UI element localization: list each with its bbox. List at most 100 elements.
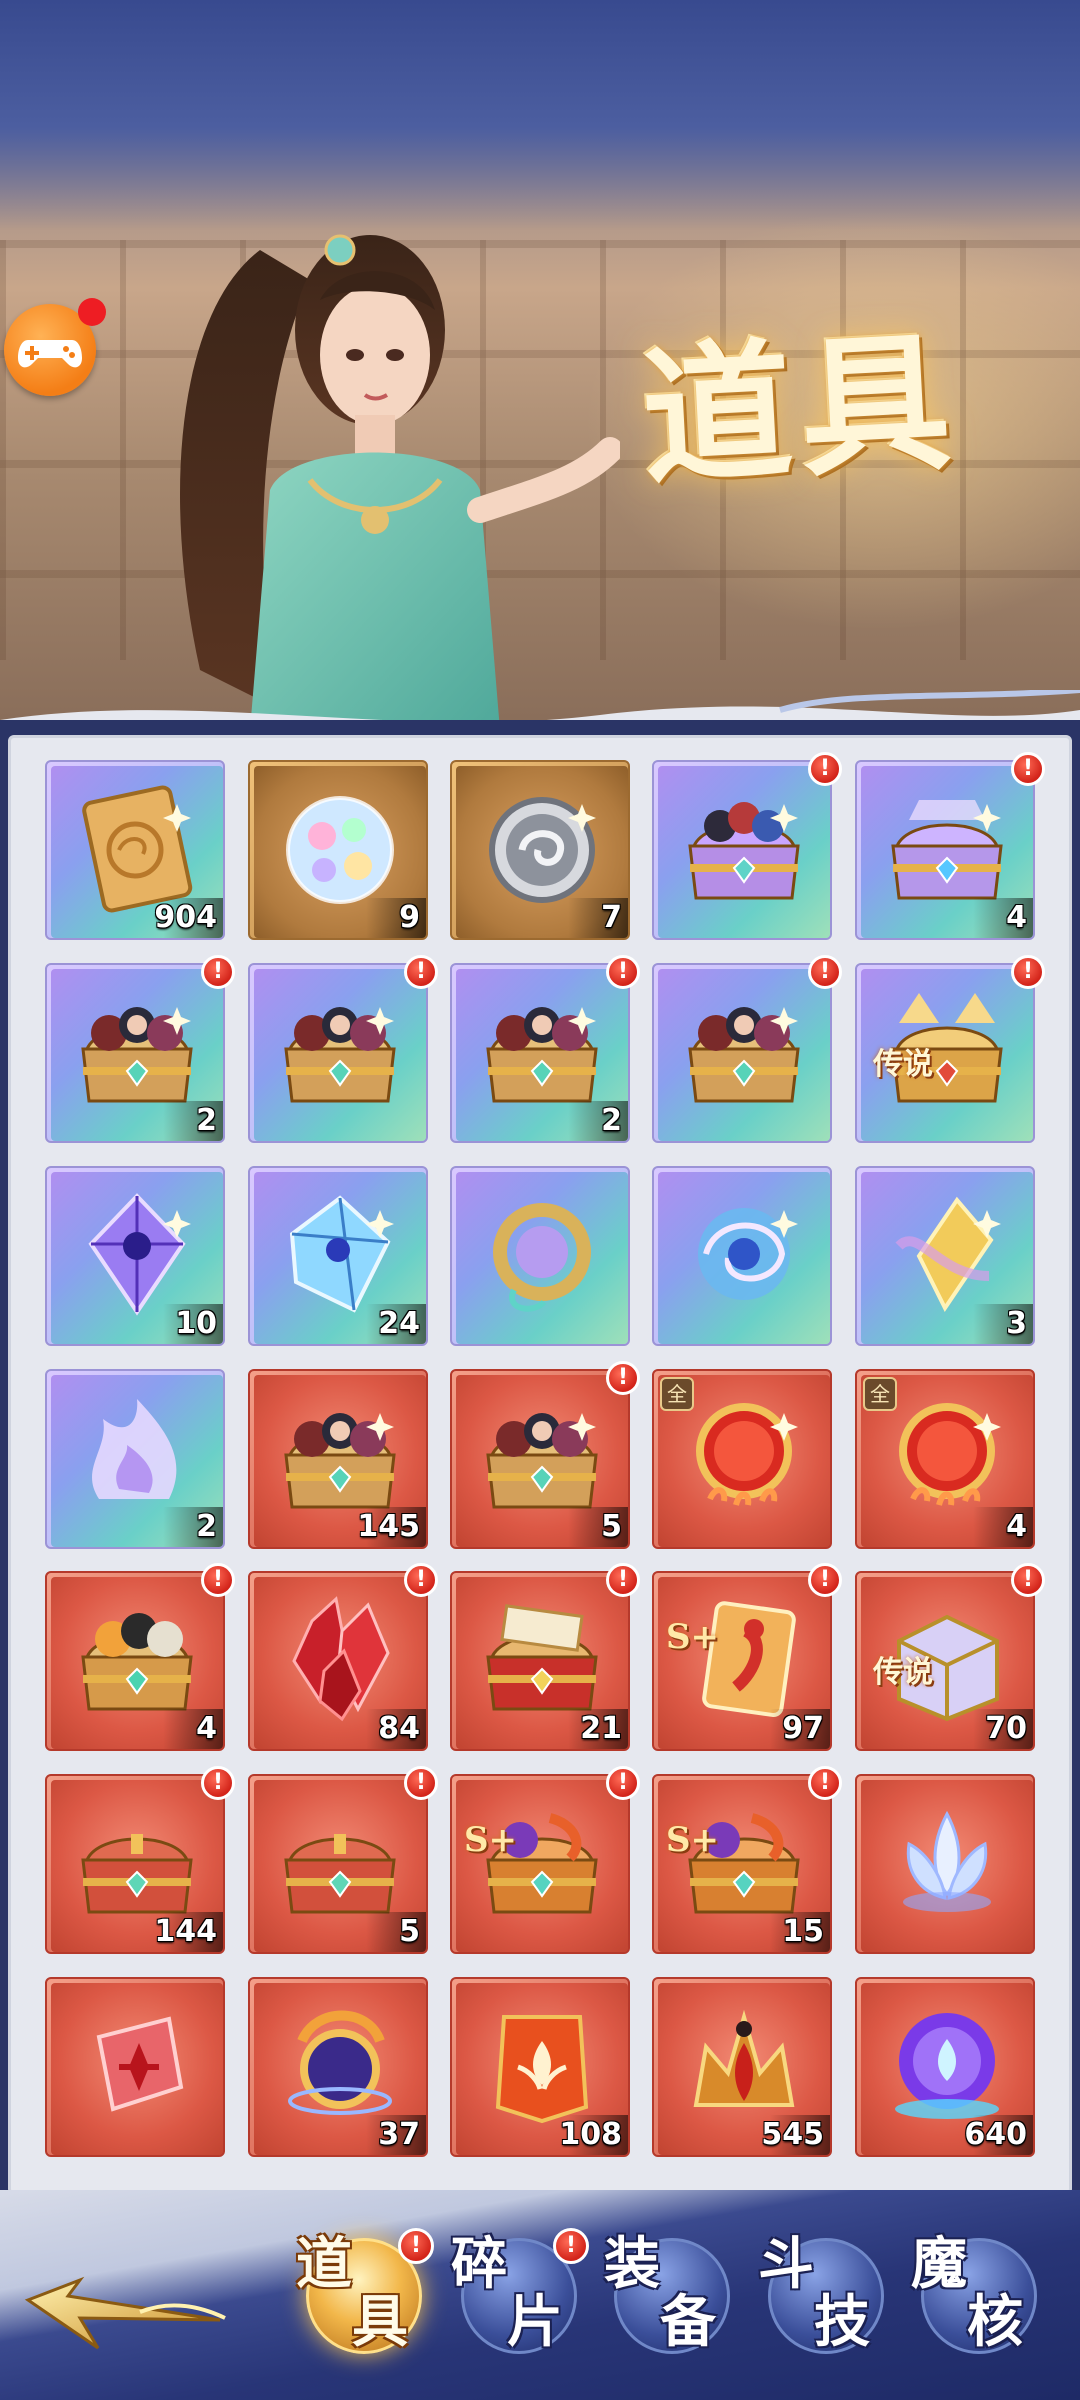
inventory-slot[interactable]: 144! <box>45 1766 235 1954</box>
tab-items[interactable]: 道具! <box>296 2228 434 2360</box>
item-label: 传说 <box>873 1655 933 1690</box>
item-count: 21 <box>580 1711 622 1746</box>
slot-background: 4 <box>861 766 1033 938</box>
slot-background: 21 <box>456 1577 628 1749</box>
character-chest-icon <box>676 780 812 916</box>
slot-background: 5 <box>254 1780 426 1952</box>
tab-label-bottom: 具 <box>352 2289 408 2355</box>
slot-background: 10 <box>51 1172 223 1344</box>
slot-background: 4 <box>51 1577 223 1749</box>
inventory-slot[interactable]: 4! <box>855 752 1045 940</box>
dragon-orb-icon <box>272 1997 408 2133</box>
slot-background <box>254 969 426 1141</box>
tab-equipment[interactable]: 装备 <box>604 2232 736 2360</box>
inventory-slot[interactable]: 904 <box>45 760 225 940</box>
inventory-slot[interactable]: 传说! <box>855 955 1045 1143</box>
treasure-chest-icon <box>879 780 1015 916</box>
inventory-slot[interactable]: S+ 97! <box>652 1563 842 1751</box>
back-arrow-icon[interactable] <box>20 2260 240 2370</box>
item-count: 2 <box>196 1509 217 1544</box>
inventory-slot[interactable]: 传说 70! <box>855 1563 1045 1751</box>
lotus-banner-icon <box>474 1997 610 2133</box>
ruby-crystal-icon <box>272 1591 408 1727</box>
item-count: 84 <box>378 1711 420 1746</box>
item-count: 545 <box>761 2117 824 2152</box>
fire-ring-icon <box>879 1389 1015 1525</box>
item-count: 9 <box>399 900 420 935</box>
tab-label-bottom: 备 <box>660 2289 716 2355</box>
inventory-slot[interactable]: 9 <box>248 760 428 940</box>
slot-background: 37 <box>254 1983 426 2155</box>
red-gem-icon <box>69 1997 205 2133</box>
inventory-slot[interactable]: 全 <box>652 1369 832 1549</box>
tab-fragments[interactable]: 碎片! <box>451 2228 589 2360</box>
lotus-flower-icon <box>879 1794 1015 1930</box>
tab-skills[interactable]: 斗技 <box>758 2232 890 2360</box>
inventory-slot[interactable]: 10 <box>45 1166 225 1346</box>
slot-background: 7 <box>456 766 628 938</box>
inventory-slot[interactable]: 37 <box>248 1977 428 2157</box>
blue-crystal-icon <box>272 1186 408 1322</box>
inventory-slot[interactable]: 545 <box>652 1977 832 2157</box>
s-plus-chest-icon <box>474 1794 610 1930</box>
alert-badge-icon: ! <box>808 1563 842 1597</box>
alert-badge-icon: ! <box>808 955 842 989</box>
inventory-slot[interactable]: 2! <box>45 955 235 1143</box>
alert-badge-icon: ! <box>398 2228 434 2264</box>
inventory-slot[interactable]: 2! <box>450 955 640 1143</box>
tab-label-bottom: 技 <box>814 2289 870 2355</box>
inventory-slot[interactable]: 3 <box>855 1166 1035 1346</box>
inventory-slot[interactable]: 4! <box>45 1563 235 1751</box>
violet-crystal-icon <box>69 1186 205 1322</box>
slot-background: 904 <box>51 766 223 938</box>
item-label: 传说 <box>873 1047 933 1082</box>
item-count: 4 <box>196 1711 217 1746</box>
inventory-slot[interactable]: ! <box>652 752 842 940</box>
inventory-slot[interactable]: 5! <box>450 1361 640 1549</box>
inventory-slot[interactable]: S+! <box>450 1766 640 1954</box>
page-title: 道具 <box>637 313 963 507</box>
orb-chest-icon <box>69 1591 205 1727</box>
slot-background: 84 <box>254 1577 426 1749</box>
tab-label-bottom: 片 <box>507 2289 563 2355</box>
inventory-slot[interactable] <box>855 1774 1035 1954</box>
alert-badge-icon: ! <box>553 2228 589 2264</box>
all-tag-badge: 全 <box>660 1377 694 1411</box>
red-chest-icon <box>272 1794 408 1930</box>
inventory-slot[interactable]: ! <box>652 955 842 1143</box>
inventory-slot[interactable] <box>652 1166 832 1346</box>
item-count: 144 <box>154 1914 217 1949</box>
portrait-chest-icon <box>474 1389 610 1525</box>
card-scroll-icon <box>69 780 205 916</box>
inventory-slot[interactable]: 4全 <box>855 1369 1035 1549</box>
inventory-slot[interactable] <box>45 1977 225 2157</box>
swirl-orb-icon <box>676 1186 812 1322</box>
inventory-slot[interactable]: 84! <box>248 1563 438 1751</box>
item-count: 2 <box>601 1103 622 1138</box>
inventory-slot[interactable]: 145 <box>248 1369 428 1549</box>
slot-background: S+ <box>456 1780 628 1952</box>
inventory-slot[interactable]: 108 <box>450 1977 630 2157</box>
inventory-slot[interactable] <box>450 1166 630 1346</box>
slot-background: 2 <box>51 1375 223 1547</box>
header-banner: 道具 <box>0 0 1080 720</box>
item-count: 5 <box>399 1914 420 1949</box>
slot-background: 3 <box>861 1172 1033 1344</box>
inventory-slot[interactable]: 5! <box>248 1766 438 1954</box>
item-count: 70 <box>985 1711 1027 1746</box>
inventory-slot[interactable]: 2 <box>45 1369 225 1549</box>
inventory-slot[interactable]: 7 <box>450 760 630 940</box>
item-label: S+ <box>464 1820 518 1860</box>
inventory-slot[interactable]: ! <box>248 955 438 1143</box>
inventory-slot[interactable]: 21! <box>450 1563 640 1751</box>
item-count: 3 <box>1006 1306 1027 1341</box>
inventory-slot[interactable]: 640 <box>855 1977 1035 2157</box>
alert-badge-icon: ! <box>1011 955 1045 989</box>
portrait-chest-icon <box>676 983 812 1119</box>
inventory-slot[interactable]: S+ 15! <box>652 1766 842 1954</box>
slot-background: 传说 70 <box>861 1577 1033 1749</box>
inventory-slot[interactable]: 24 <box>248 1166 428 1346</box>
slot-background: 9 <box>254 766 426 938</box>
tab-cores[interactable]: 魔核 <box>911 2232 1043 2360</box>
alert-badge-icon: ! <box>606 1361 640 1395</box>
